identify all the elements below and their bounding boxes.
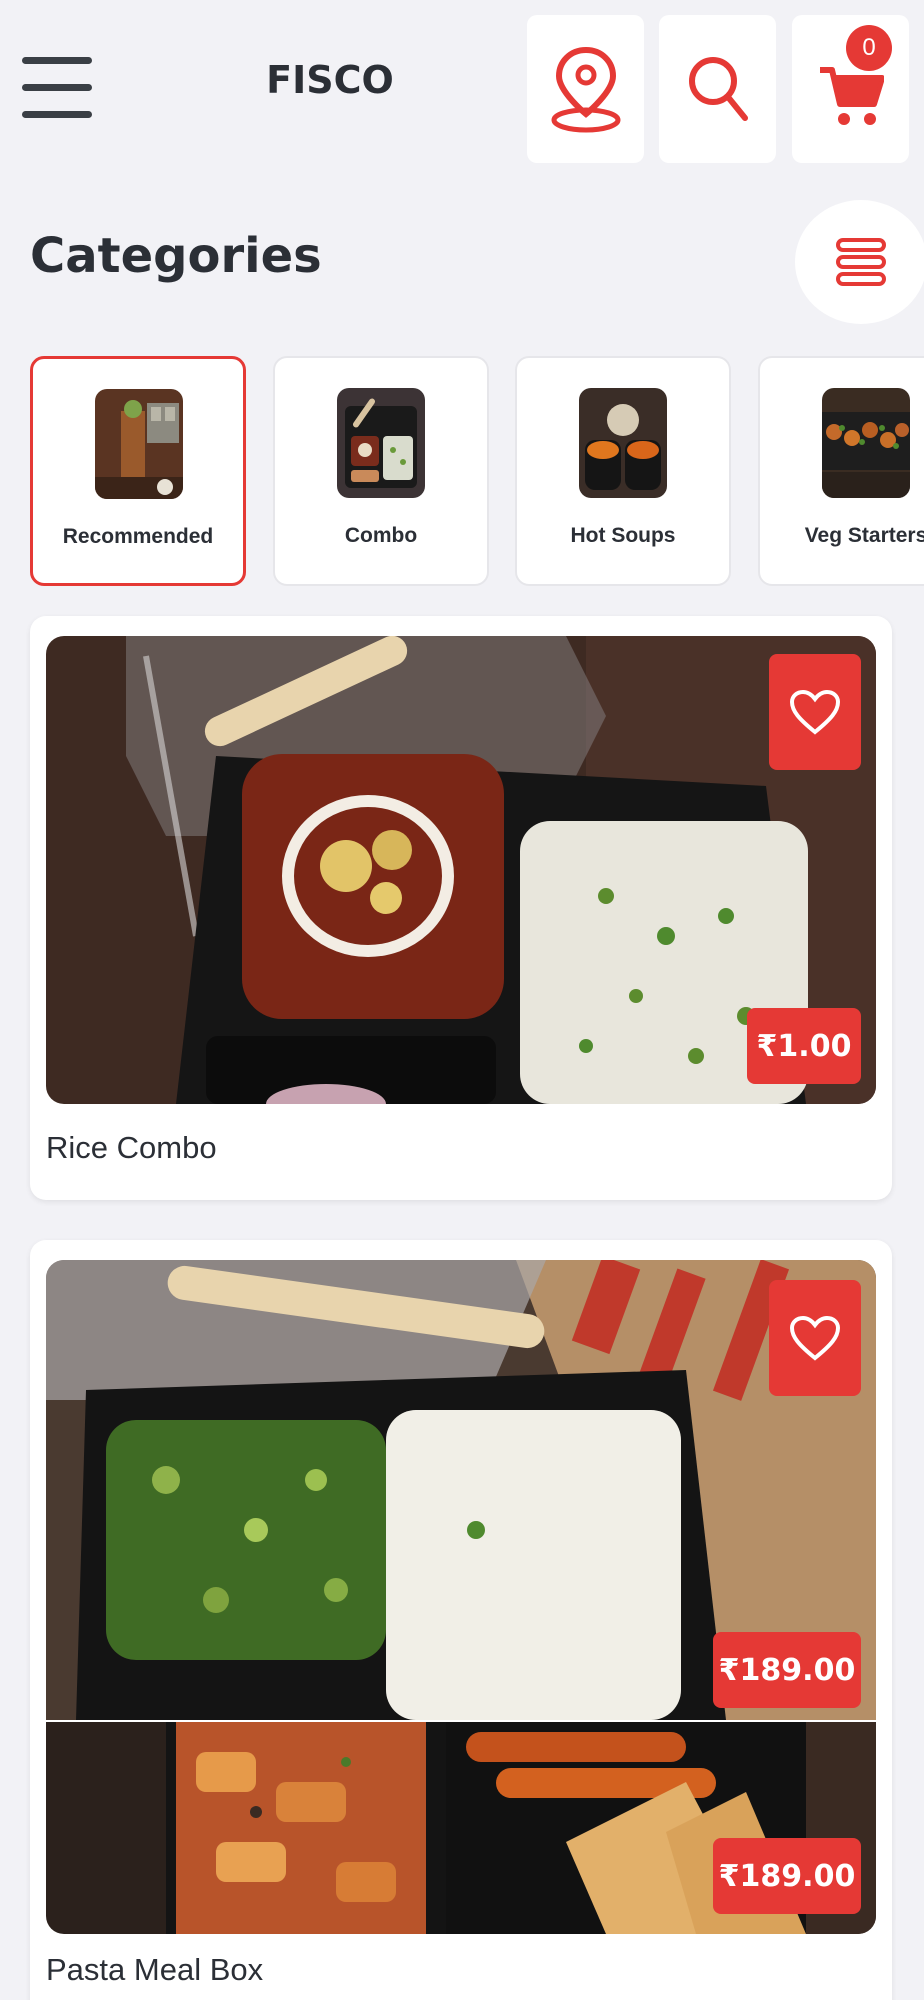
hamburger-menu-icon[interactable] xyxy=(22,57,92,119)
favorite-button[interactable] xyxy=(769,1280,861,1396)
app-header: FISCO 0 xyxy=(0,0,924,180)
heart-icon xyxy=(789,689,841,735)
cart-count-badge: 0 xyxy=(846,25,892,71)
category-tile-hot-soups[interactable]: Hot Soups xyxy=(515,356,731,586)
category-carousel[interactable]: Recommended Combo Hot Soups Veg Starters xyxy=(0,356,924,588)
list-view-toggle[interactable] xyxy=(795,200,924,324)
product-name[interactable]: Rice Combo xyxy=(46,1130,217,1166)
categories-heading: Categories xyxy=(30,228,322,284)
price-badge: ₹189.00 xyxy=(713,1838,861,1914)
category-image-hot-soups xyxy=(579,388,667,498)
search-icon xyxy=(688,57,748,121)
product-card[interactable]: ₹189.00 ₹189.00 Pasta Meal Box xyxy=(30,1240,892,2000)
category-label: Hot Soups xyxy=(570,524,676,547)
cart-button[interactable]: 0 xyxy=(792,15,909,163)
location-button[interactable] xyxy=(527,15,644,163)
category-tile-veg-starters[interactable]: Veg Starters xyxy=(758,356,924,586)
category-tile-combo[interactable]: Combo xyxy=(273,356,489,586)
category-image-veg-starters xyxy=(822,388,910,498)
search-button[interactable] xyxy=(659,15,776,163)
price-badge: ₹1.00 xyxy=(747,1008,861,1084)
category-image-combo xyxy=(337,388,425,498)
app-title: FISCO xyxy=(266,58,394,102)
favorite-button[interactable] xyxy=(769,654,861,770)
product-name[interactable]: Pasta Meal Box xyxy=(46,1952,263,1988)
location-pin-icon xyxy=(551,46,620,133)
cart-icon xyxy=(819,67,884,125)
price-badge: ₹189.00 xyxy=(713,1632,861,1708)
category-label: Combo xyxy=(344,524,418,547)
heart-icon xyxy=(789,1315,841,1361)
category-image-recommended xyxy=(95,389,183,499)
category-label: Recommended xyxy=(62,525,214,548)
category-tile-recommended[interactable]: Recommended xyxy=(30,356,246,586)
category-label: Veg Starters xyxy=(804,524,924,547)
list-view-icon xyxy=(836,238,886,286)
product-card[interactable]: ₹1.00 Rice Combo xyxy=(30,616,892,1200)
